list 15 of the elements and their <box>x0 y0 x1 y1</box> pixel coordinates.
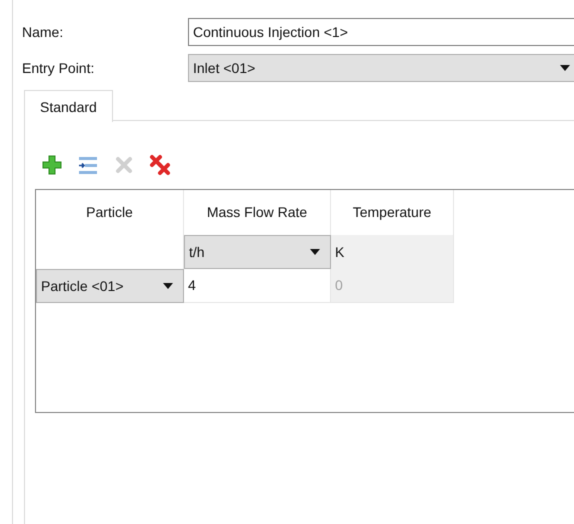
tab[interactable]: Standard <box>24 90 113 122</box>
table-cell[interactable]: 4 <box>184 269 331 303</box>
field-label: Entry Point: <box>22 58 96 78</box>
name-field[interactable]: Continuous Injection <1> <box>188 18 574 46</box>
field-label: Name: <box>22 22 64 42</box>
particle-dropdown[interactable]: Particle <01> <box>36 269 184 303</box>
unit-dropdown[interactable]: t/h <box>184 235 331 269</box>
dropdown-arrow-icon <box>163 283 173 289</box>
delete-all-icon[interactable] <box>149 154 171 176</box>
add-icon[interactable] <box>41 154 63 176</box>
insert-row-icon[interactable] <box>77 154 99 176</box>
unit-cell: K <box>331 235 454 269</box>
dropdown-arrow-icon <box>310 249 320 255</box>
dropdown-arrow-icon <box>560 65 570 71</box>
entry-point-dropdown[interactable]: Inlet <01> <box>188 54 574 82</box>
